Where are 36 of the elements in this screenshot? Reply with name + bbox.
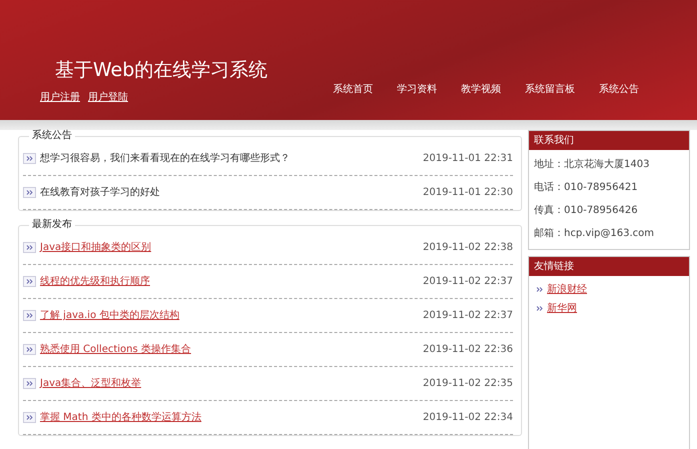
post-time: 2019-11-01 22:31 (422, 152, 513, 166)
contact-line: 传真：010-78956426 (533, 204, 639, 218)
post-time: 2019-11-02 22:37 (422, 309, 513, 323)
arrow-icon (534, 284, 545, 294)
nav-link[interactable]: 系统公告 (599, 84, 639, 95)
panel-heading: 最新发布 (31, 219, 73, 231)
contact-line: 地址：北京花海大厦1403 (533, 158, 650, 172)
nav-link[interactable]: 教学视频 (461, 84, 501, 95)
article-link[interactable]: Java接口和抽象类的区别 (40, 240, 152, 255)
friend-link[interactable]: 新华网 (547, 303, 577, 314)
header-link[interactable]: 用户注册 (40, 92, 80, 103)
friend-link[interactable]: 新浪财经 (547, 284, 587, 295)
article-link[interactable]: 掌握 Math 类中的各种数学运算方法 (40, 410, 202, 425)
contact-line: 邮箱：hcp.vip@163.com (533, 226, 656, 241)
post-time: 2019-11-02 22:38 (422, 241, 513, 255)
notice-title[interactable]: 在线教育对孩子学习的好处 (40, 185, 160, 200)
nav-link[interactable]: 系统留言板 (525, 84, 575, 95)
header-link[interactable]: 用户登陆 (88, 92, 128, 103)
nav-link[interactable]: 系统首页 (333, 84, 373, 95)
site-title: 基于Web的在线学习系统 (55, 58, 268, 82)
contact-line: 电话：010-78956421 (533, 180, 639, 195)
post-time: 2019-11-02 22:34 (422, 411, 513, 425)
post-time: 2019-11-01 22:30 (422, 186, 513, 200)
post-time: 2019-11-02 22:35 (422, 377, 513, 391)
post-time: 2019-11-02 22:37 (422, 275, 513, 289)
article-link[interactable]: 线程的优先级和执行顺序 (40, 274, 150, 289)
panel-heading: 系统公告 (31, 130, 73, 142)
arrow-icon (534, 304, 545, 313)
article-link[interactable]: Java集合、泛型和枚举 (40, 376, 142, 391)
nav-link[interactable]: 学习资料 (397, 84, 437, 95)
article-link[interactable]: 熟悉使用 Collections 类操作集合 (40, 342, 192, 357)
article-link[interactable]: 了解 java.io 包中类的层次结构 (40, 308, 180, 323)
panel-heading: 联系我们 (529, 131, 689, 150)
post-time: 2019-11-02 22:36 (422, 343, 513, 357)
notice-title[interactable]: 想学习很容易，我们来看看现在的在线学习有哪些形式？ (40, 151, 290, 166)
panel-heading: 友情链接 (529, 257, 689, 276)
